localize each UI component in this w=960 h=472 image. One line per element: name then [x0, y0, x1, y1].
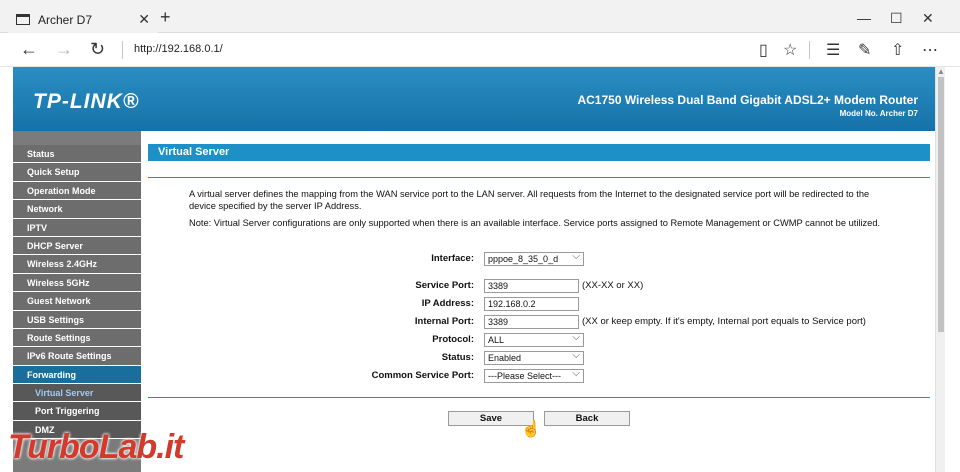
refresh-icon[interactable]: ↻ [90, 39, 105, 59]
favorite-star-icon[interactable]: ☆ [783, 40, 797, 60]
minimize-icon[interactable]: — [857, 10, 871, 26]
protocol-select[interactable]: ALL [484, 332, 584, 347]
internal-port-row: Internal Port: 3389 (XX or keep empty. I… [148, 315, 930, 330]
new-tab-icon[interactable]: + [160, 8, 171, 26]
toolbar-separator [809, 41, 810, 59]
sidebar-item-wireless-24ghz[interactable]: Wireless 2.4GHz [13, 255, 141, 274]
web-notes-icon[interactable]: ✎ [858, 40, 871, 60]
router-header: TP-LINK® AC1750 Wireless Dual Band Gigab… [13, 67, 935, 131]
url-input[interactable]: http://192.168.0.1/ [134, 43, 223, 55]
address-separator [122, 41, 123, 59]
scrollbar[interactable]: ▲ [935, 67, 945, 472]
status-select[interactable]: Enabled [484, 350, 584, 365]
interface-select[interactable]: pppoe_8_35_0_d [484, 251, 584, 266]
ip-address-row: IP Address: 192.168.0.2 [148, 297, 930, 312]
interface-label: Interface: [431, 253, 474, 264]
description-text: A virtual server defines the mapping fro… [189, 189, 870, 211]
tplink-logo: TP-LINK® [33, 90, 140, 113]
model-number: Model No. Archer D7 [839, 109, 918, 118]
sidebar-item-dhcp-server[interactable]: DHCP Server [13, 236, 141, 256]
sidebar-item-wireless-5ghz[interactable]: Wireless 5GHz [13, 273, 141, 293]
address-bar: ← → ↻ http://192.168.0.1/ ▯ ☆ ☰ ✎ ⇧ ⋯ [0, 33, 960, 67]
interface-row: Interface: pppoe_8_35_0_d [148, 251, 930, 267]
sidebar-item-operation-mode[interactable]: Operation Mode [13, 181, 141, 201]
scroll-up-icon[interactable]: ▲ [937, 67, 945, 76]
browser-tab-bar: Archer D7 ✕ + — ☐ ✕ [0, 0, 960, 33]
sidebar-item-ipv6-route-settings[interactable]: IPv6 Route Settings [13, 347, 141, 366]
hub-icon[interactable]: ☰ [826, 40, 840, 60]
sidebar-item-network[interactable]: Network [13, 200, 141, 219]
sidebar-item-quick-setup[interactable]: Quick Setup [13, 163, 141, 182]
sidebar-item-guest-network[interactable]: Guest Network [13, 292, 141, 311]
tab-close-icon[interactable]: ✕ [138, 11, 150, 28]
internal-port-input[interactable]: 3389 [484, 315, 579, 329]
product-name: AC1750 Wireless Dual Band Gigabit ADSL2+… [577, 93, 918, 107]
sidebar-item-usb-settings[interactable]: USB Settings [13, 310, 141, 329]
tab-page-icon [16, 14, 30, 25]
tab-title: Archer D7 [38, 12, 93, 27]
sidebar-item-route-settings[interactable]: Route Settings [13, 328, 141, 348]
internal-port-hint: (XX or keep empty. If it's empty, Intern… [582, 316, 866, 327]
ip-address-input[interactable]: 192.168.0.2 [484, 297, 579, 311]
sidebar-menu: Status Quick Setup Operation Mode Networ… [13, 131, 141, 472]
service-port-input[interactable]: 3389 [484, 279, 579, 293]
browser-tab[interactable]: Archer D7 ✕ [8, 6, 158, 33]
window-close-icon[interactable]: ✕ [922, 10, 934, 27]
service-port-hint: (XX-XX or XX) [582, 280, 644, 291]
service-port-label: Service Port: [415, 280, 474, 291]
page-title: Virtual Server [148, 144, 930, 161]
sidebar-subitem-virtual-server[interactable]: Virtual Server [13, 384, 141, 403]
share-icon[interactable]: ⇧ [891, 40, 904, 60]
status-label: Status: [441, 352, 474, 363]
hand-cursor-icon: ☝ [521, 421, 541, 438]
router-page: TP-LINK® AC1750 Wireless Dual Band Gigab… [13, 67, 935, 472]
protocol-label: Protocol: [432, 334, 474, 345]
divider-bottom [148, 397, 930, 398]
protocol-row: Protocol: ALL [148, 332, 930, 348]
service-port-row: Service Port: 3389 (XX-XX or XX) [148, 279, 930, 294]
reading-view-icon[interactable]: ▯ [759, 40, 768, 60]
common-service-label: Common Service Port: [371, 370, 474, 381]
back-button[interactable]: Back [544, 411, 630, 426]
turbolab-watermark: TurboLab.it [8, 428, 184, 466]
sidebar-item-iptv[interactable]: IPTV [13, 218, 141, 237]
divider [148, 177, 930, 178]
note-text: Note: Virtual Server configurations are … [189, 218, 881, 228]
common-service-select[interactable]: ---Please Select--- [484, 368, 584, 383]
sidebar-item-status[interactable]: Status [13, 145, 141, 164]
status-row: Status: Enabled [148, 350, 930, 366]
sidebar-subitem-port-triggering[interactable]: Port Triggering [13, 402, 141, 421]
internal-port-label: Internal Port: [414, 316, 474, 327]
maximize-icon[interactable]: ☐ [890, 10, 903, 27]
sidebar-item-forwarding[interactable]: Forwarding [13, 365, 141, 385]
scroll-thumb[interactable] [938, 77, 944, 332]
more-icon[interactable]: ⋯ [922, 40, 938, 60]
ip-address-label: IP Address: [421, 298, 474, 309]
common-service-row: Common Service Port: ---Please Select--- [148, 368, 930, 384]
main-content: Virtual Server A virtual server defines … [148, 144, 930, 438]
forward-icon[interactable]: → [55, 39, 73, 59]
back-icon[interactable]: ← [20, 39, 38, 59]
product-info: AC1750 Wireless Dual Band Gigabit ADSL2+… [577, 93, 918, 118]
